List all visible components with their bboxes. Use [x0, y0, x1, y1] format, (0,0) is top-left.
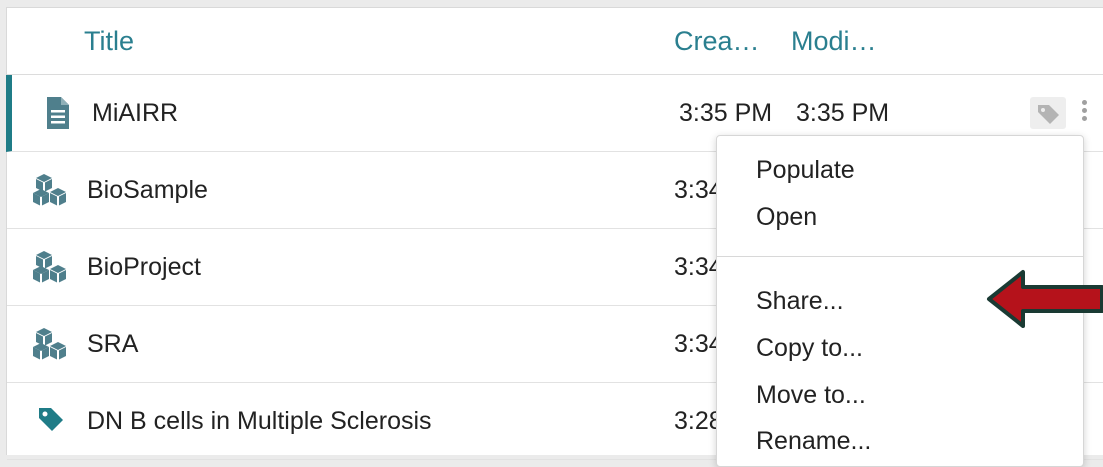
row-title[interactable]: BioSample: [87, 152, 208, 228]
row-title[interactable]: BioProject: [87, 229, 201, 305]
menu-item-populate[interactable]: Populate: [756, 150, 855, 190]
menu-item-copy-to[interactable]: Copy to...: [756, 328, 863, 368]
column-header-modified[interactable]: Modi…: [791, 8, 877, 74]
menu-item-share[interactable]: Share...: [756, 281, 844, 321]
column-header-title[interactable]: Title: [84, 8, 134, 74]
cubes-icon: [33, 251, 66, 283]
tag-icon: [1038, 105, 1059, 124]
list-header: Title Crea… Modi…: [7, 8, 1103, 75]
row-title[interactable]: MiAIRR: [92, 75, 178, 151]
row-title[interactable]: SRA: [87, 306, 138, 382]
menu-item-move-to[interactable]: Move to...: [756, 375, 866, 415]
row-menu-button[interactable]: [1078, 97, 1090, 129]
tag-icon: [39, 408, 63, 431]
menu-divider: [717, 256, 1083, 257]
document-icon: [47, 97, 69, 129]
menu-item-rename[interactable]: Rename...: [756, 421, 871, 461]
cubes-icon: [33, 174, 66, 206]
cubes-icon: [33, 328, 66, 360]
row-title[interactable]: DN B cells in Multiple Sclerosis: [87, 383, 432, 459]
menu-item-open[interactable]: Open: [756, 197, 817, 237]
tag-button[interactable]: [1030, 97, 1066, 129]
annotation-arrow-icon: [987, 270, 1103, 328]
column-header-created[interactable]: Crea…: [674, 8, 760, 74]
